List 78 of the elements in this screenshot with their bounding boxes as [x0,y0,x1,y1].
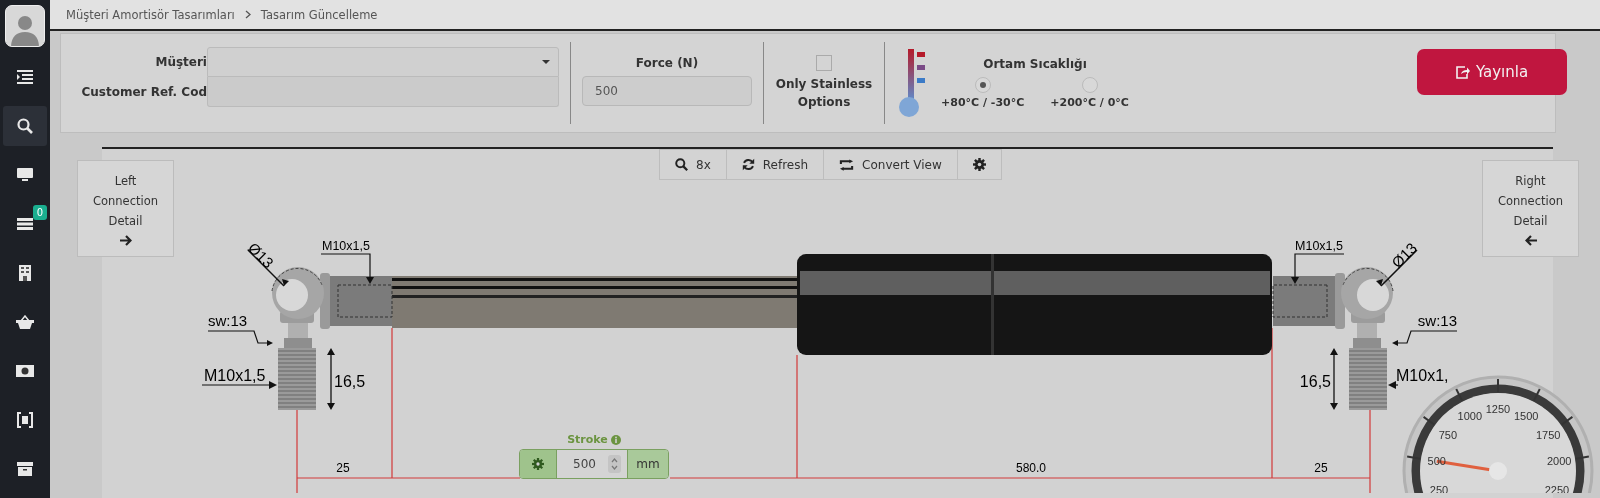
left-connection-button[interactable]: Left Connection Detail [77,160,174,257]
basket-icon [16,315,34,329]
leader-line [320,253,374,284]
unit-label: mm [628,450,668,478]
field-label: Müşteri [155,55,207,69]
gauge-label: 1250 [1485,403,1511,415]
thread-label: M10x1, [1396,367,1449,384]
radio-button[interactable] [1081,77,1098,93]
archive-icon [17,462,33,476]
length-label: 16,5 [334,373,366,390]
list-icon [17,218,33,230]
dimension-arrow [1330,348,1338,410]
leader-line [1392,330,1458,346]
search-icon [675,158,688,171]
chevron-right-icon [244,10,251,19]
settings-button[interactable] [956,149,1002,180]
thread-label: M10x1,5 [204,367,266,384]
convert-button[interactable]: Convert View [823,149,958,180]
checkbox[interactable] [816,55,832,71]
gauge-tick [1455,388,1464,402]
leader-line [1388,381,1399,389]
breadcrumb-current: Tasarım Güncelleme [260,7,378,22]
avatar[interactable] [5,5,45,47]
length-label: 16,5 [1299,373,1331,390]
stroke-field[interactable]: 500 [556,450,628,478]
leader-line [1291,253,1345,284]
right-connection-button[interactable]: Right Connection Detail [1482,160,1579,257]
arrow-right-icon [119,235,132,246]
share-icon [1455,65,1470,79]
wrench-size-label: sw:13 [1417,312,1457,329]
publish-button[interactable]: Yayınla [1417,49,1567,95]
checkbox-label: Only Stainless Options [775,76,873,111]
dimension-value: 25 [1314,461,1328,475]
gauge-tick [1422,415,1436,426]
gauge-label: 1750 [1535,428,1561,441]
settings-icon [532,458,544,470]
field-label: Customer Ref. Cod [81,85,207,99]
building-icon [19,265,31,281]
gauge-label: 1500 [1513,409,1539,422]
sidebar-item[interactable] [3,106,47,146]
field-label: Force (N) [635,56,699,70]
swap-icon [839,158,855,171]
refresh-button[interactable]: Refresh [725,149,825,180]
thread-label: M10x1,5 [1295,239,1343,253]
count-badge: 0 [32,205,47,220]
search-icon [17,118,33,134]
gauge-label: 500 [1427,455,1446,468]
section-title: Ortam Sıcaklığı [983,57,1087,71]
radio-label: +200°C / 0°C [1050,96,1129,109]
refresh-icon [741,158,755,171]
zoom-button[interactable]: 8x [659,149,727,180]
ref-code-field[interactable] [207,77,559,107]
leader-line [207,330,273,346]
arrow-left-icon [1524,235,1537,246]
money-icon [16,365,34,377]
spinner-icon [611,458,618,470]
dimension-value: 580.0 [1016,461,1046,475]
dimension-arrow [327,348,335,410]
gauge-label: 1000 [1457,409,1483,422]
stroke-label: Stroke [567,433,621,446]
radio-label: +80°C / -30°C [941,96,1025,109]
gauge-tick [1560,415,1574,426]
breadcrumb-link[interactable]: Müşteri Amortisör Tasarımları [66,7,235,22]
wrench-size-label: sw:13 [208,312,248,329]
force-field[interactable]: 500 [582,76,752,106]
settings-icon [972,158,986,171]
gauge-label: 750 [1438,428,1457,441]
scan-icon [17,412,33,428]
gauge-tick [1532,388,1541,402]
needle-hub [1489,462,1507,480]
gauge-label: 2000 [1547,455,1572,468]
dimension-value: 25 [336,461,350,475]
diameter-label: Ø13 [244,239,277,272]
thread-label: M10x1,5 [322,239,370,253]
info-icon [610,434,621,445]
list-icon [17,70,33,84]
radio-button[interactable] [974,77,991,93]
monitor-icon [17,168,33,182]
